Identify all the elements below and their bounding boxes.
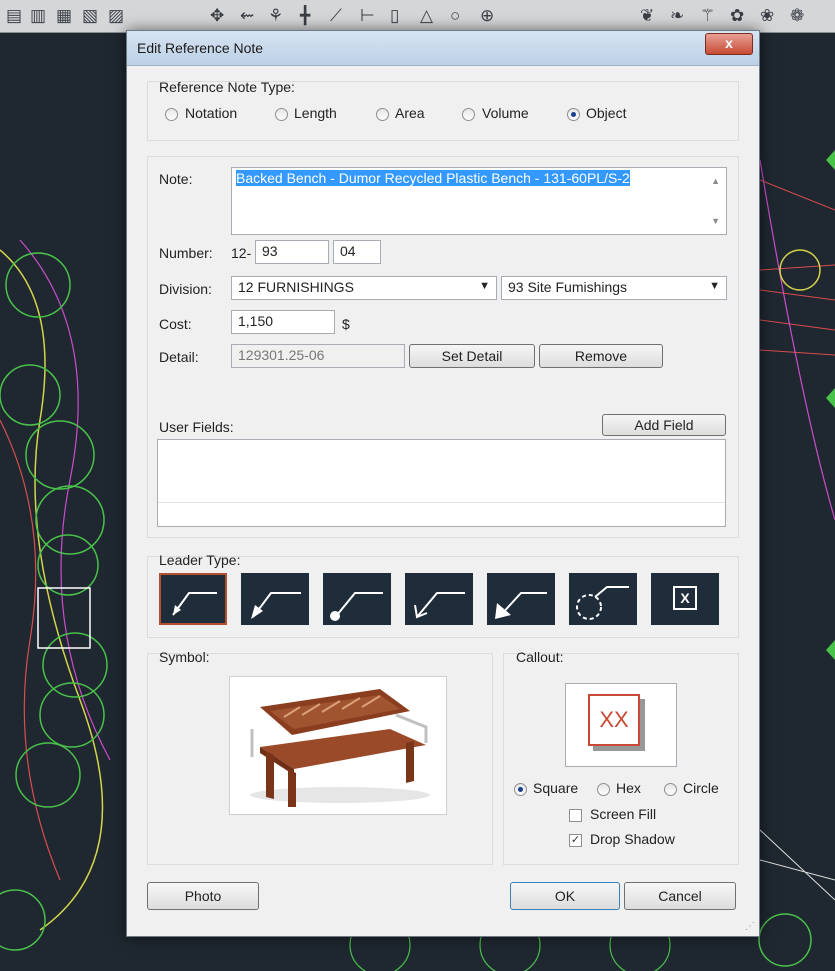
layer-state-icon[interactable]: ▥ [30,6,46,26]
callout-shape-radio[interactable] [664,783,677,796]
leader-cloud-icon [576,586,629,620]
leader-style-open-arrow[interactable] [405,573,473,625]
layer-icon[interactable]: ▤ [6,6,22,26]
angle-icon[interactable]: ⟋ [330,6,342,26]
cost-input[interactable]: 1,150 [231,310,335,334]
list-row-divider [158,502,725,503]
shrub-icon[interactable]: ❦ [640,6,654,26]
cost-unit: $ [342,316,350,332]
note-text: Backed Bench - Dumor Recycled Plastic Be… [236,170,630,186]
ref-type-label: Volume [482,105,529,121]
number-part1-input[interactable]: 93 [255,240,329,264]
table-icon[interactable]: ▧ [82,6,98,26]
edit-reference-note-dialog: Edit Reference Note x Reference Note Typ… [126,30,760,937]
dropdown-arrow-icon: ▼ [479,280,490,292]
number-label: Number: [159,245,213,261]
dialog-title: Edit Reference Note [137,40,264,56]
cancel-button[interactable]: Cancel [624,882,736,910]
dropdown-arrow-icon: ▼ [709,280,720,292]
callout-shape-radio-selected[interactable] [514,783,527,796]
ref-type-label: Notation [185,105,238,121]
cad-toolbar: ▤ ▥ ▦ ▧ ▨ ✥ ⇜ ⚘ ╋ ⟋ ⊢ ▯ △ ○ ⊕ ❦ ❧ ⚚ ✿ ❀ … [0,0,835,33]
leader-dot-icon [330,592,383,621]
callout-shape-label: Circle [683,780,719,796]
remove-detail-button[interactable]: Remove [539,344,663,368]
photo-button[interactable]: Photo [147,882,259,910]
ref-type-radio[interactable] [376,108,389,121]
user-fields-label: User Fields: [159,419,234,435]
triangle-icon[interactable]: △ [420,6,433,26]
division-value: 12 FURNISHINGS [238,279,354,295]
leader-arrow-icon [172,592,217,616]
shrub-alt-icon[interactable]: ❧ [670,6,684,26]
callout-label: Callout: [516,649,564,665]
circle-icon[interactable]: ○ [450,6,460,26]
scroll-up-icon[interactable]: ▲ [711,176,720,186]
close-button[interactable]: x [705,33,753,55]
ref-type-radio[interactable] [165,108,178,121]
ref-type-label: Object [586,105,627,121]
number-prefix: 12- [231,245,252,261]
move-icon[interactable]: ✥ [210,6,224,26]
reference-note-type-label: Reference Note Type: [159,79,295,95]
arrow-icon[interactable]: ⇜ [240,6,254,26]
scroll-down-icon[interactable]: ▼ [711,216,720,226]
leader-box-icon: X [673,586,697,610]
symbol-image[interactable] [229,676,447,815]
ref-type-label: Length [294,105,337,121]
leader-type-label: Leader Type: [159,552,241,568]
cost-label: Cost: [159,316,192,332]
tree-icon[interactable]: ⚘ [268,6,283,26]
user-fields-list[interactable] [157,439,726,527]
ref-type-radio[interactable] [462,108,475,121]
callout-shape-label: Square [533,780,579,796]
leader-style-arrow-selected[interactable] [159,573,227,625]
add-field-button[interactable]: Add Field [602,414,726,436]
note-textarea[interactable]: Backed Bench - Dumor Recycled Plastic Be… [231,167,727,235]
flower-icon[interactable]: ✿ [730,6,744,26]
block-icon[interactable]: ▦ [56,6,72,26]
division-label: Division: [159,281,212,297]
callout-shape-label: Hex [616,780,641,796]
resize-grip-icon[interactable]: ⋰ [745,921,755,932]
leader-style-box[interactable]: X [651,573,719,625]
screen-fill-label: Screen Fill [590,806,657,822]
bench-icon [250,689,430,807]
division-select[interactable]: 12 FURNISHINGS ▼ [231,276,497,300]
set-detail-button[interactable]: Set Detail [409,344,535,368]
symbol-label: Symbol: [159,649,210,665]
subdivision-select[interactable]: 93 Site Fumishings ▼ [501,276,727,300]
ok-button[interactable]: OK [510,882,620,910]
leader-open-arrow-icon [414,592,465,619]
detail-label: Detail: [159,349,199,365]
number-part2-input[interactable]: 04 [333,240,381,264]
leader-style-filled-arrow[interactable] [241,573,309,625]
plant-icon[interactable]: ❁ [790,6,804,26]
grass-icon[interactable]: ⚚ [700,6,715,26]
dimension-icon[interactable]: ⊢ [360,6,375,26]
detail-input: 129301.25-06 [231,344,405,368]
callout-preview[interactable]: XX [565,683,677,767]
drop-shadow-label: Drop Shadow [590,831,675,847]
dialog-titlebar[interactable]: Edit Reference Note x [127,31,759,66]
leader-style-cloud[interactable] [569,573,637,625]
note-label: Note: [159,171,193,187]
drop-shadow-checkbox[interactable]: ✓ [569,834,582,847]
leader-style-large-arrow[interactable] [487,573,555,625]
screen-fill-checkbox[interactable] [569,809,582,822]
grid-icon[interactable]: ▯ [390,6,399,26]
vine-icon[interactable]: ❀ [760,6,774,26]
leader-style-dot[interactable] [323,573,391,625]
ref-type-radio[interactable] [275,108,288,121]
line-icon[interactable]: ╋ [300,6,310,26]
callout-shape-radio[interactable] [597,783,610,796]
callout-square-icon: XX [588,694,640,746]
leader-filled-arrow-icon [251,592,301,619]
leader-large-arrow-icon [495,592,547,619]
plus-circle-icon[interactable]: ⊕ [480,6,494,26]
edit-icon[interactable]: ▨ [108,6,124,26]
ref-type-label: Area [395,105,425,121]
ref-type-radio-selected[interactable] [567,108,580,121]
subdivision-value: 93 Site Fumishings [508,279,628,295]
